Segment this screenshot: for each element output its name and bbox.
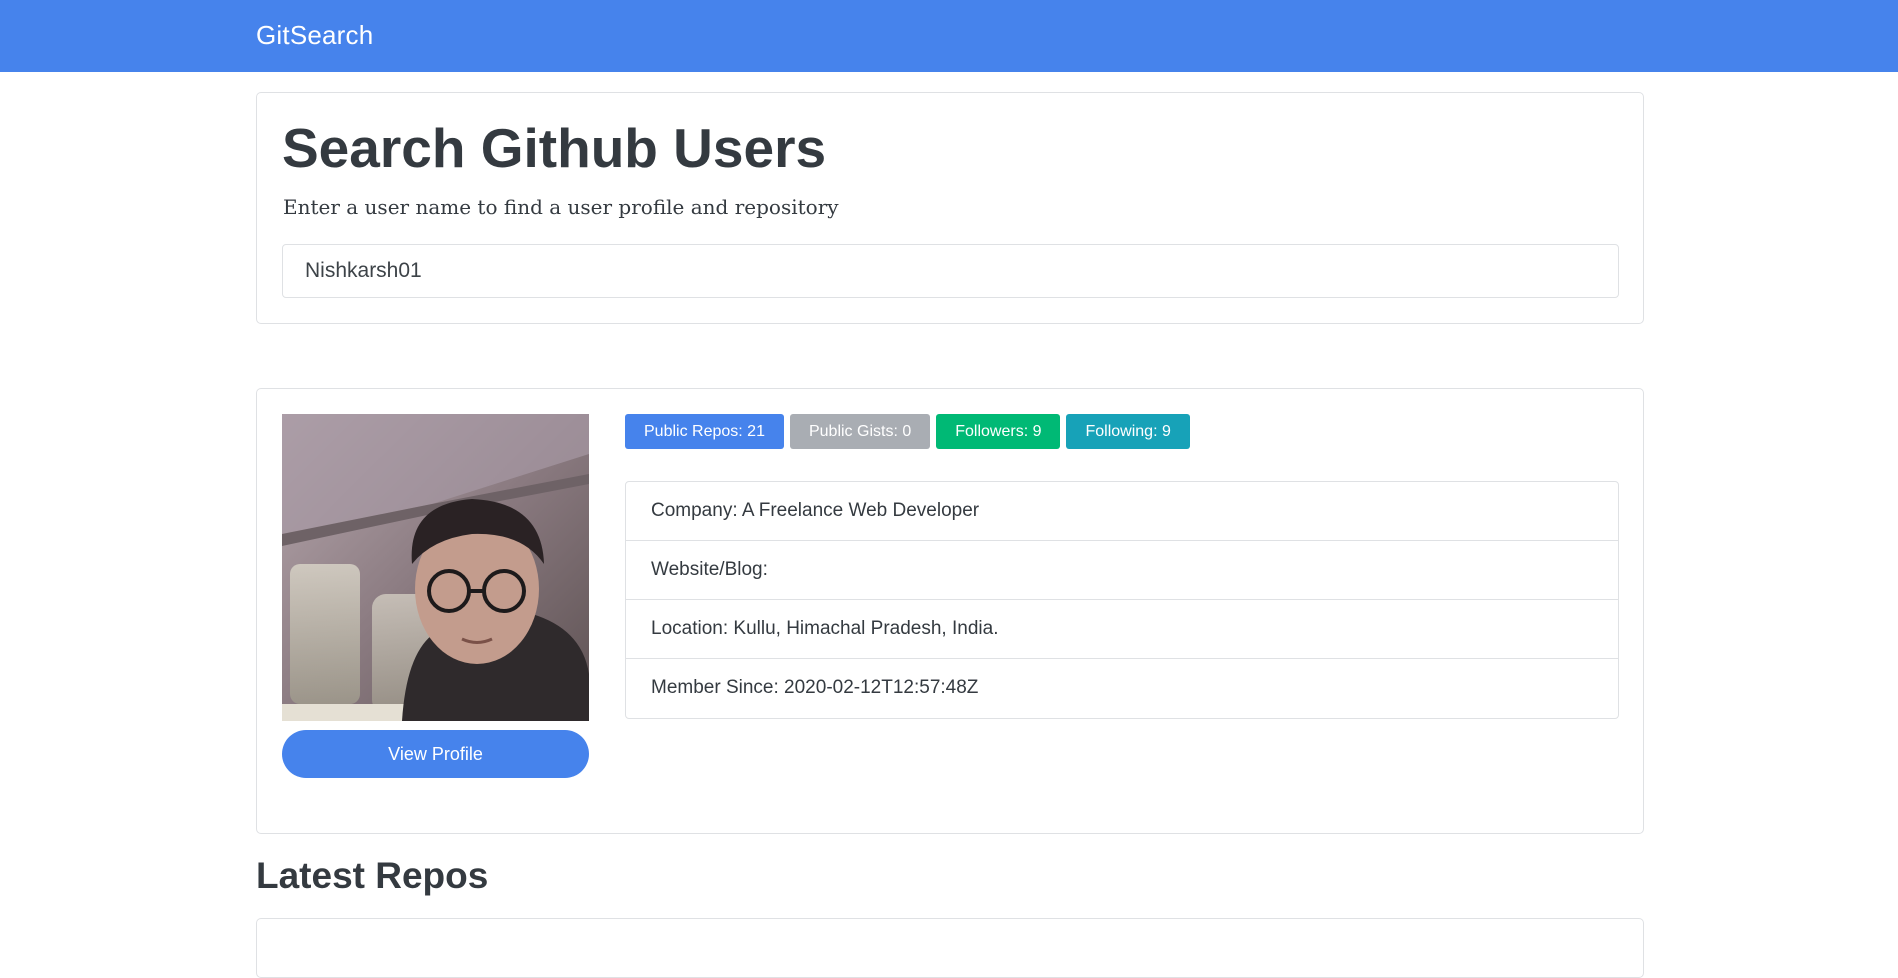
repo-card (256, 918, 1644, 978)
stats-badges: Public Repos: 21 Public Gists: 0 Followe… (625, 414, 1190, 449)
website-info: Website/Blog: (626, 541, 1618, 600)
profile-card: View Profile Public Repos: 21 Public Gis… (256, 388, 1644, 834)
page-subtitle: Enter a user name to find a user profile… (283, 195, 839, 219)
profile-info-list: Company: A Freelance Web Developer Websi… (625, 481, 1619, 719)
latest-repos-heading: Latest Repos (256, 855, 489, 896)
following-badge: Following: 9 (1066, 414, 1190, 449)
search-card: Search Github Users Enter a user name to… (256, 92, 1644, 324)
navbar: GitSearch (0, 0, 1898, 72)
brand-link[interactable]: GitSearch (256, 20, 373, 51)
member-since-info: Member Since: 2020-02-12T12:57:48Z (651, 677, 979, 698)
public-gists-badge: Public Gists: 0 (789, 414, 931, 449)
page-title: Search Github Users (282, 117, 827, 179)
followers-badge: Followers: 9 (936, 414, 1061, 449)
user-avatar (282, 414, 589, 721)
search-input[interactable] (282, 244, 1619, 298)
public-repos-badge: Public Repos: 21 (625, 414, 784, 449)
avatar-photo-icon (282, 414, 589, 721)
location-info: Location: Kullu, Himachal Pradesh, India… (626, 600, 1618, 659)
company-info: Company: A Freelance Web Developer (626, 482, 1618, 541)
view-profile-button[interactable]: View Profile (282, 730, 589, 778)
